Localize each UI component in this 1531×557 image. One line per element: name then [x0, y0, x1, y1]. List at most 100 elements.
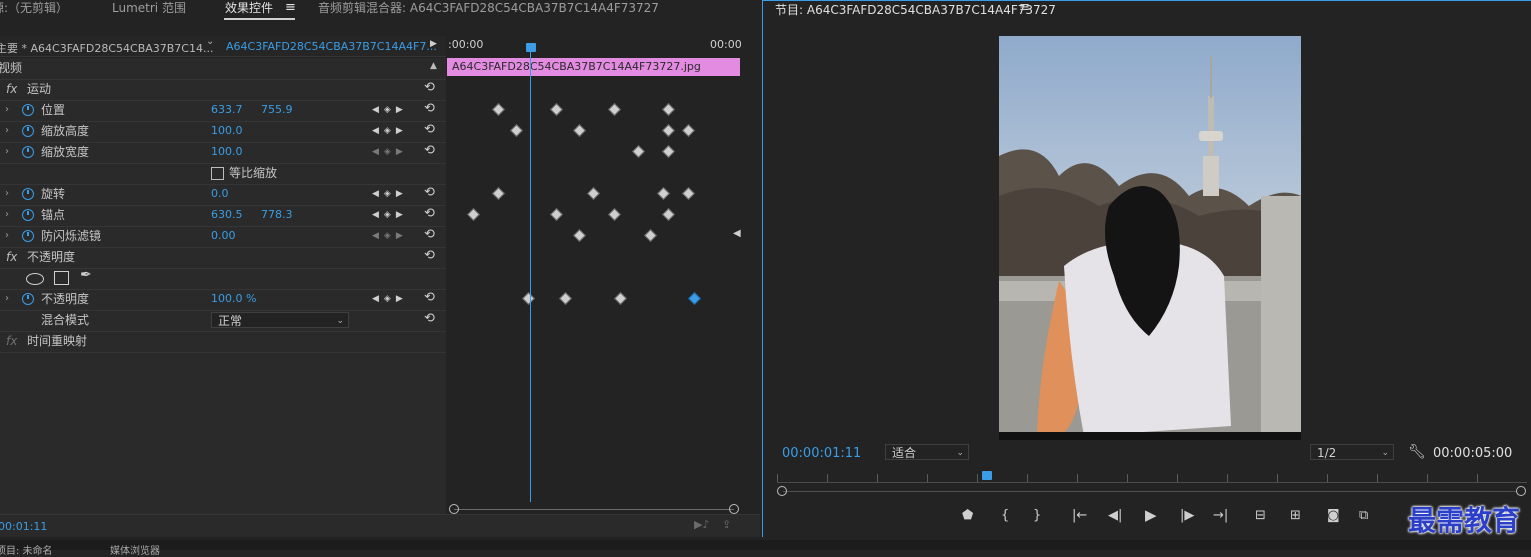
compare-icon[interactable]: ⧉ [1359, 508, 1368, 524]
effect-time-remap[interactable]: fx 时间重映射 [0, 331, 446, 353]
zoom-handle-right[interactable] [1516, 486, 1526, 496]
blend-mode-select[interactable]: 正常 ⌄ [211, 312, 349, 328]
anchor-x[interactable]: 630.5 [211, 205, 243, 225]
stopwatch-icon[interactable] [22, 125, 34, 137]
pen-mask-icon[interactable]: ✒ [80, 267, 92, 283]
program-video-frame[interactable] [999, 36, 1301, 440]
keyframe-nav[interactable]: ◀◈▶ [372, 289, 408, 309]
step-back-icon[interactable]: ◀| [1108, 508, 1122, 524]
stopwatch-icon[interactable] [22, 209, 34, 221]
chevron-right-icon[interactable]: › [5, 226, 9, 246]
chevron-right-icon[interactable]: › [5, 100, 9, 120]
scale-width-value[interactable]: 100.0 [211, 142, 243, 162]
collapse-icon[interactable]: ▲ [430, 61, 437, 71]
keyframe-nav[interactable]: ◀◈▶ [372, 184, 408, 204]
reset-icon[interactable]: ⟲ [424, 79, 435, 97]
step-forward-icon[interactable]: |▶ [1180, 508, 1194, 524]
keyframe-nav[interactable]: ◀◈▶ [372, 226, 408, 246]
menu-icon[interactable]: ≡ [285, 0, 296, 16]
clip-bar[interactable]: A64C3FAFD28C54CBA37B7C14A4F73727.jpg [447, 58, 740, 76]
stopwatch-icon[interactable] [22, 104, 34, 116]
reset-icon[interactable]: ⟲ [424, 100, 435, 118]
keyframe-offscreen-icon[interactable]: ◀ [733, 228, 741, 239]
program-playhead[interactable] [982, 471, 992, 480]
program-ruler[interactable] [777, 474, 1527, 483]
reset-icon[interactable]: ⟲ [424, 247, 435, 265]
sequence-clip-label[interactable]: A64C3FAFD28C54CBA37B7C14A4F7... [226, 40, 437, 53]
chevron-right-icon[interactable]: › [5, 121, 9, 141]
reset-icon[interactable]: ⟲ [424, 184, 435, 202]
tab-lumetri-scopes[interactable]: Lumetri 范围 [112, 0, 186, 16]
chevron-down-icon[interactable]: ⌄ [206, 36, 214, 47]
reset-icon[interactable]: ⟲ [424, 289, 435, 307]
ruler-end: 00:00 [710, 38, 742, 51]
resolution-value: 1/2 [1317, 446, 1337, 460]
go-out-icon[interactable]: →| [1213, 508, 1228, 524]
scroll-handle-right[interactable] [729, 504, 739, 514]
stopwatch-icon[interactable] [22, 293, 34, 305]
effect-opacity[interactable]: fx 不透明度 ⟲ [0, 247, 446, 269]
anchor-y[interactable]: 778.3 [261, 205, 293, 225]
active-tab-indicator [224, 18, 295, 20]
chevron-right-icon[interactable]: › [5, 205, 9, 225]
camera-icon[interactable]: ◙ [1327, 508, 1340, 524]
prop-rotation: › 旋转 0.0 ◀◈▶ ⟲ [0, 184, 446, 206]
tab-source[interactable]: 源:（无剪辑） [0, 0, 68, 16]
photo-image [999, 36, 1301, 440]
program-timecode[interactable]: 00:00:01:11 [782, 446, 861, 461]
section-video: 视频 ▲ [0, 58, 446, 80]
scale-height-value[interactable]: 100.0 [211, 121, 243, 141]
keyframe-nav[interactable]: ◀◈▶ [372, 142, 408, 162]
effect-timeline[interactable]: :00:00 00:00 A64C3FAFD28C54CBA37B7C14A4F… [446, 36, 742, 514]
effect-motion[interactable]: fx 运动 ⟲ [0, 79, 446, 101]
rect-mask-icon[interactable] [54, 271, 69, 285]
keyframe-nav[interactable]: ◀◈▶ [372, 121, 408, 141]
scroll-handle-left[interactable] [449, 504, 459, 514]
chevron-right-icon[interactable]: › [5, 184, 9, 204]
ellipse-mask-icon[interactable] [26, 273, 44, 285]
mark-out-icon[interactable]: } [1033, 508, 1041, 524]
current-time[interactable]: 00:01:11 [0, 520, 47, 533]
menu-icon[interactable]: ≡ [1019, 0, 1030, 15]
audio-icon[interactable]: ▶♪ [694, 518, 709, 531]
fit-select[interactable]: 适合 ⌄ [885, 444, 969, 460]
position-y[interactable]: 755.9 [261, 100, 293, 120]
overwrite-icon[interactable]: ⊞ [1290, 508, 1301, 524]
reset-icon[interactable]: ⟲ [424, 226, 435, 244]
rotation-value[interactable]: 0.0 [211, 184, 229, 204]
go-in-icon[interactable]: |← [1072, 508, 1087, 524]
opacity-value[interactable]: 100.0 % [211, 289, 256, 309]
stopwatch-icon[interactable] [22, 146, 34, 158]
insert-icon[interactable]: ⊟ [1255, 508, 1266, 524]
position-x[interactable]: 633.7 [211, 100, 243, 120]
marker-icon[interactable]: ⬟ [962, 508, 973, 524]
play-icon[interactable]: ▶ [1145, 507, 1157, 523]
keyframe-nav[interactable]: ◀◈▶ [372, 205, 408, 225]
flicker-value[interactable]: 0.00 [211, 226, 236, 246]
time-remap-label: 时间重映射 [27, 334, 88, 348]
resolution-select[interactable]: 1/2 ⌄ [1310, 444, 1394, 460]
prop-position: › 位置 633.7 755.9 ◀◈▶ ⟲ [0, 100, 446, 122]
timeline-scrollbar[interactable] [454, 509, 734, 510]
stopwatch-icon[interactable] [22, 230, 34, 242]
stopwatch-icon[interactable] [22, 188, 34, 200]
tab-audio-clip-mixer[interactable]: 音频剪辑混合器: A64C3FAFD28C54CBA37B7C14A4F7372… [318, 0, 659, 16]
reset-icon[interactable]: ⟲ [424, 310, 435, 328]
chevron-right-icon[interactable]: › [5, 289, 9, 309]
mark-in-icon[interactable]: { [1001, 508, 1009, 524]
program-zoom-bar[interactable] [783, 491, 1517, 492]
keyframe-nav[interactable]: ◀◈▶ [372, 100, 408, 120]
prop-anchor: › 锚点 630.5 778.3 ◀◈▶ ⟲ [0, 205, 446, 227]
reset-icon[interactable]: ⟲ [424, 142, 435, 160]
uniform-scale-checkbox[interactable] [211, 167, 224, 180]
playhead-handle[interactable] [526, 43, 536, 52]
uniform-scale-label: 等比缩放 [229, 166, 278, 180]
export-icon[interactable]: ⇪ [722, 518, 731, 531]
show-timeline-icon[interactable]: ▶ [430, 39, 437, 49]
chevron-right-icon[interactable]: › [5, 142, 9, 162]
reset-icon[interactable]: ⟲ [424, 205, 435, 223]
zoom-handle-left[interactable] [777, 486, 787, 496]
reset-icon[interactable]: ⟲ [424, 121, 435, 139]
wrench-icon[interactable]: 🔧︎ [1408, 444, 1426, 460]
tab-effect-controls[interactable]: 效果控件 [225, 0, 273, 16]
